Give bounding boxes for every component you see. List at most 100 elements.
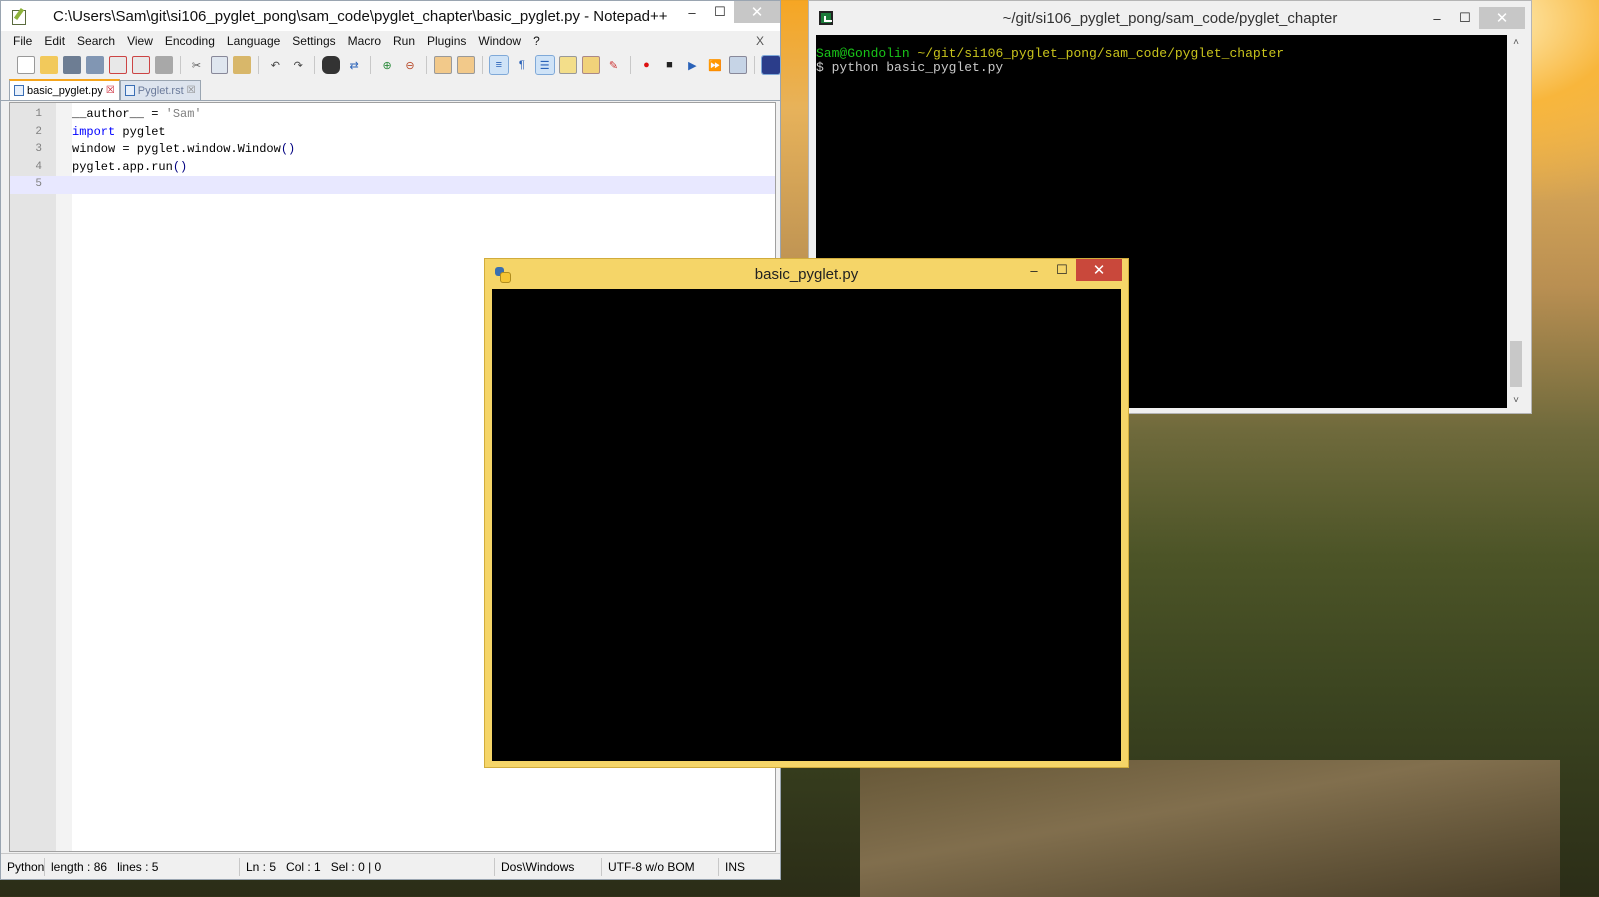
paste-icon[interactable] <box>233 56 252 74</box>
save-all-icon[interactable] <box>85 56 104 74</box>
status-length-value: length : 86 <box>51 859 108 874</box>
code-line[interactable]: 2 import pyglet <box>10 124 775 142</box>
tab-close-icon[interactable]: ☒ <box>187 85 196 96</box>
status-lines-value: lines : 5 <box>117 859 159 874</box>
save-macro-icon[interactable] <box>729 56 748 74</box>
save-icon[interactable] <box>62 56 81 74</box>
close-button[interactable]: ✕ <box>734 1 780 23</box>
menu-bar: File Edit Search View Encoding Language … <box>1 31 780 51</box>
status-bar: Python length : 86 lines : 5 Ln : 5 Col … <box>1 853 780 879</box>
prompt-path: ~/git/si106_pyglet_pong/sam_code/pyglet_… <box>909 46 1285 61</box>
code-line[interactable]: 1 __author__ = 'Sam' <box>10 106 775 124</box>
new-file-icon[interactable] <box>17 56 35 74</box>
file-icon <box>124 85 135 96</box>
zoom-out-icon[interactable]: ⊖ <box>401 56 419 74</box>
maximize-button[interactable]: ☐ <box>1048 259 1076 281</box>
notepadpp-titlebar[interactable]: C:\Users\Sam\git\si106_pyglet_pong\sam_c… <box>1 1 780 31</box>
record-macro-icon[interactable]: ● <box>638 56 656 74</box>
status-col: Col : 1 <box>286 859 321 874</box>
pyglet-titlebar[interactable]: basic_pyglet.py – ☐ ✕ <box>485 259 1128 289</box>
code-token: () <box>172 159 188 174</box>
menu-plugins[interactable]: Plugins <box>421 34 472 48</box>
notepadpp-icon <box>11 8 27 25</box>
window-title: C:\Users\Sam\git\si106_pyglet_pong\sam_c… <box>53 7 668 25</box>
menu-edit[interactable]: Edit <box>38 34 71 48</box>
code-line[interactable]: 5 <box>10 176 775 194</box>
show-all-chars-icon[interactable]: ¶ <box>513 56 531 74</box>
terminal-titlebar[interactable]: ~/git/si106_pyglet_pong/sam_code/pyglet_… <box>809 1 1531 35</box>
copy-icon[interactable] <box>210 56 229 74</box>
code-text: pyglet.app.run() <box>72 159 187 177</box>
zoom-in-icon[interactable]: ⊕ <box>378 56 396 74</box>
line-number: 1 <box>35 108 42 120</box>
scroll-down-icon[interactable]: ˅ <box>1507 395 1525 406</box>
line-number: 2 <box>35 125 42 138</box>
minimize-button[interactable]: – <box>1020 259 1048 281</box>
word-wrap-icon[interactable]: ≡ <box>488 55 509 75</box>
doc-map-icon[interactable] <box>558 56 577 74</box>
menu-search[interactable]: Search <box>71 34 121 48</box>
toolbar-separator <box>629 56 631 74</box>
minimize-button[interactable]: – <box>1423 7 1451 29</box>
line-number: 4 <box>35 160 42 173</box>
open-file-icon[interactable] <box>39 56 58 74</box>
prompt-user: Sam@Gondolin <box>816 46 910 61</box>
close-document-button[interactable]: X <box>750 34 770 48</box>
close-file-icon[interactable] <box>108 56 127 74</box>
status-position: Ln : 5 Col : 1 Sel : 0 | 0 <box>240 857 495 876</box>
tab-pyglet-rst[interactable]: Pyglet.rst ☒ <box>119 80 201 100</box>
toolbar-separator <box>481 56 483 74</box>
status-eol: Dos\Windows <box>495 857 602 876</box>
indent-guide-icon[interactable]: ☰ <box>534 55 555 75</box>
minimize-button[interactable]: – <box>678 1 706 23</box>
folder-as-workspace-icon[interactable]: ✎ <box>605 56 623 74</box>
menu-file[interactable]: File <box>7 34 38 48</box>
sync-vertical-icon[interactable] <box>434 56 452 74</box>
scroll-up-icon[interactable]: ˄ <box>1507 37 1525 48</box>
close-button[interactable]: ✕ <box>1479 7 1525 29</box>
scrollbar-thumb[interactable] <box>1510 341 1522 387</box>
code-token: pyglet.app.run <box>72 159 173 174</box>
menu-help[interactable]: ? <box>527 34 546 48</box>
redo-icon[interactable]: ↷ <box>289 56 307 74</box>
pyglet-canvas[interactable] <box>492 289 1121 761</box>
play-macro-icon[interactable]: ▶ <box>683 56 701 74</box>
menu-window[interactable]: Window <box>472 34 527 48</box>
terminal-scrollbar[interactable]: ˄ ˅ <box>1507 35 1525 408</box>
toolbar-separator <box>314 56 316 74</box>
close-button[interactable]: ✕ <box>1076 259 1122 281</box>
menu-language[interactable]: Language <box>221 34 286 48</box>
spellcheck-icon[interactable] <box>761 55 782 75</box>
function-list-icon[interactable] <box>581 56 600 74</box>
print-icon[interactable] <box>154 56 173 74</box>
toolbar-separator <box>426 56 427 74</box>
tab-basic-pyglet[interactable]: basic_pyglet.py ☒ <box>9 79 120 100</box>
code-token: 'Sam' <box>165 107 202 121</box>
code-text: import pyglet <box>72 124 166 142</box>
code-line[interactable]: 3 window = pyglet.window.Window() <box>10 141 775 159</box>
line-number: 5 <box>35 178 42 190</box>
menu-settings[interactable]: Settings <box>286 34 341 48</box>
find-icon[interactable] <box>322 56 341 74</box>
menu-view[interactable]: View <box>121 34 159 48</box>
status-mode: INS <box>725 859 746 874</box>
close-all-icon[interactable] <box>131 56 150 74</box>
tab-close-icon[interactable]: ☒ <box>106 85 115 96</box>
stop-macro-icon[interactable]: ■ <box>660 56 678 74</box>
undo-icon[interactable]: ↶ <box>266 56 284 74</box>
cut-icon[interactable]: ✂ <box>188 56 206 74</box>
maximize-button[interactable]: ☐ <box>1451 7 1479 29</box>
sync-horizontal-icon[interactable] <box>456 56 475 74</box>
replace-icon[interactable]: ⇄ <box>345 56 363 74</box>
run-macro-multiple-icon[interactable]: ⏩ <box>706 56 724 74</box>
code-line[interactable]: 4 pyglet.app.run() <box>10 159 775 177</box>
code-token: () <box>280 142 296 156</box>
tab-bar: basic_pyglet.py ☒ Pyglet.rst ☒ <box>1 79 780 101</box>
menu-run[interactable]: Run <box>387 34 421 48</box>
menu-encoding[interactable]: Encoding <box>159 34 221 48</box>
toolbar-separator <box>179 56 181 74</box>
line-number-gutter <box>10 103 56 851</box>
menu-macro[interactable]: Macro <box>342 34 387 48</box>
maximize-button[interactable]: ☐ <box>706 1 734 23</box>
status-ln: Ln : 5 <box>246 859 277 874</box>
